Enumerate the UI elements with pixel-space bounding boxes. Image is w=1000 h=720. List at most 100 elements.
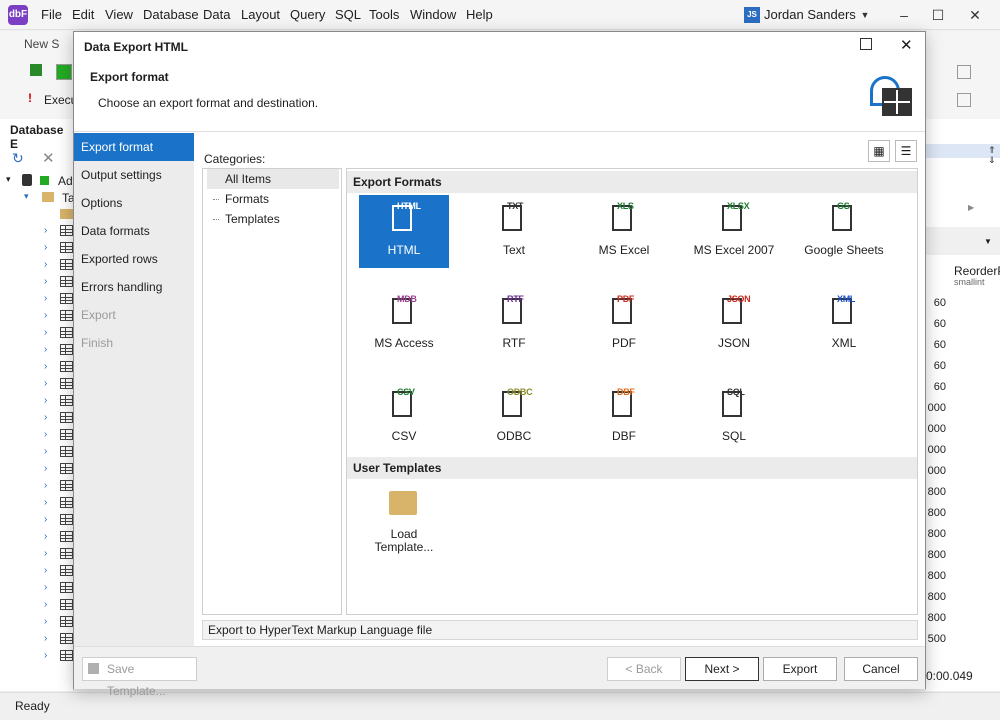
- menu-help[interactable]: Help: [466, 7, 493, 22]
- expand-icon[interactable]: ›: [44, 634, 52, 644]
- grid-cell[interactable]: 800: [926, 612, 946, 624]
- table-icon[interactable]: [60, 633, 73, 644]
- table-icon[interactable]: [60, 548, 73, 559]
- table-icon[interactable]: [60, 582, 73, 593]
- table-icon[interactable]: [60, 395, 73, 406]
- dialog-close-icon[interactable]: ✕: [900, 36, 913, 54]
- expand-icon[interactable]: ›: [44, 243, 52, 253]
- expand-icon[interactable]: ›: [44, 379, 52, 389]
- expand-icon[interactable]: ›: [44, 413, 52, 423]
- export-button[interactable]: Export: [763, 657, 837, 681]
- grid-cell[interactable]: 800: [926, 570, 946, 582]
- list-view-button[interactable]: ☰: [895, 140, 917, 162]
- expand-icon[interactable]: ›: [44, 651, 52, 661]
- menu-database[interactable]: Database: [143, 7, 199, 22]
- format-tile-ms-excel-2007[interactable]: XLSX MS Excel 2007: [689, 195, 779, 268]
- format-tile-pdf[interactable]: PDF PDF: [579, 288, 669, 361]
- user-avatar[interactable]: JS: [744, 7, 760, 23]
- table-icon[interactable]: [60, 310, 73, 321]
- grid-cell[interactable]: 000: [926, 423, 946, 435]
- table-icon[interactable]: [60, 276, 73, 287]
- table-icon[interactable]: [60, 463, 73, 474]
- table-icon[interactable]: [60, 446, 73, 457]
- expand-icon[interactable]: ›: [44, 328, 52, 338]
- expand-icon[interactable]: ›: [44, 481, 52, 491]
- table-icon[interactable]: [60, 514, 73, 525]
- table-icon[interactable]: [60, 616, 73, 627]
- format-tile-xml[interactable]: XML XML: [799, 288, 889, 361]
- format-tile-odbc[interactable]: ODBC ODBC: [469, 381, 559, 454]
- grid-cell[interactable]: 800: [926, 549, 946, 561]
- dialog-maximize-icon[interactable]: [860, 38, 872, 50]
- expand-icon[interactable]: ›: [44, 464, 52, 474]
- format-tile-ms-excel[interactable]: XLS MS Excel: [579, 195, 669, 268]
- expand-icon[interactable]: ›: [44, 260, 52, 270]
- table-icon[interactable]: [60, 242, 73, 253]
- nav-item-export-format[interactable]: Export format: [74, 133, 194, 161]
- refresh-icon[interactable]: ↻: [12, 150, 24, 167]
- table-icon[interactable]: [60, 429, 73, 440]
- table-icon[interactable]: [60, 599, 73, 610]
- format-tile-html[interactable]: HTML HTML: [359, 195, 449, 268]
- grid-cell[interactable]: 000: [926, 465, 946, 477]
- cancel-button[interactable]: Cancel: [844, 657, 918, 681]
- grid-cell[interactable]: 800: [926, 591, 946, 603]
- menu-data[interactable]: Data: [203, 7, 230, 22]
- grid-cell[interactable]: 000: [926, 444, 946, 456]
- expand-icon[interactable]: ›: [44, 566, 52, 576]
- category-templates[interactable]: Templates: [207, 209, 339, 229]
- grid-cell[interactable]: 000: [926, 402, 946, 414]
- expand-icon[interactable]: ›: [44, 277, 52, 287]
- table-icon[interactable]: [60, 412, 73, 423]
- scroll-right-icon[interactable]: ▶: [968, 203, 974, 212]
- user-dropdown-icon[interactable]: ▼: [855, 5, 875, 25]
- table-icon[interactable]: [60, 327, 73, 338]
- grid-dropdown-icon[interactable]: ▼: [984, 237, 992, 246]
- expand-icon[interactable]: ›: [44, 226, 52, 236]
- expand-icon[interactable]: ›: [44, 617, 52, 627]
- grid-cell[interactable]: 800: [926, 486, 946, 498]
- expand-icon[interactable]: ›: [44, 549, 52, 559]
- expand-icon[interactable]: ›: [44, 532, 52, 542]
- table-icon[interactable]: [60, 293, 73, 304]
- menu-query[interactable]: Query: [290, 7, 325, 22]
- table-icon[interactable]: [60, 344, 73, 355]
- category-formats[interactable]: Formats: [207, 189, 339, 209]
- connect-icon[interactable]: [30, 64, 42, 76]
- load-template-tile[interactable]: Load Template...: [359, 485, 449, 555]
- grid-cell[interactable]: 60: [926, 318, 946, 330]
- menu-layout[interactable]: Layout: [241, 7, 280, 22]
- format-tile-rtf[interactable]: RTF RTF: [469, 288, 559, 361]
- connection-color-icon[interactable]: [56, 64, 72, 80]
- table-icon[interactable]: [60, 378, 73, 389]
- grid-cell[interactable]: 60: [926, 297, 946, 309]
- table-icon[interactable]: [60, 225, 73, 236]
- back-button[interactable]: < Back: [607, 657, 681, 681]
- settings-icon[interactable]: [957, 93, 971, 107]
- collapse-icon[interactable]: ▾: [6, 174, 11, 185]
- nav-item-exported-rows[interactable]: Exported rows: [74, 245, 194, 273]
- format-tile-sql[interactable]: SQL SQL: [689, 381, 779, 454]
- expand-icon[interactable]: ›: [44, 311, 52, 321]
- format-tile-csv[interactable]: CSV CSV: [359, 381, 449, 454]
- table-icon[interactable]: [60, 480, 73, 491]
- minimize-icon[interactable]: –: [894, 5, 914, 25]
- nav-item-output-settings[interactable]: Output settings: [74, 161, 194, 189]
- nav-item-options[interactable]: Options: [74, 189, 194, 217]
- table-icon[interactable]: [60, 497, 73, 508]
- grid-cell[interactable]: 800: [926, 507, 946, 519]
- table-icon[interactable]: [60, 259, 73, 270]
- close-app-icon[interactable]: ✕: [965, 5, 985, 25]
- expand-icon[interactable]: ›: [44, 396, 52, 406]
- grid-cell[interactable]: 60: [926, 381, 946, 393]
- format-tile-dbf[interactable]: DBF DBF: [579, 381, 669, 454]
- format-tile-google-sheets[interactable]: GS Google Sheets: [799, 195, 889, 268]
- menu-edit[interactable]: Edit: [72, 7, 94, 22]
- menu-file[interactable]: File: [41, 7, 62, 22]
- maximize-icon[interactable]: ☐: [928, 5, 948, 25]
- category-all-items[interactable]: All Items: [207, 169, 339, 189]
- menu-sql[interactable]: SQL: [335, 7, 361, 22]
- expand-icon[interactable]: ›: [44, 498, 52, 508]
- grid-column-header[interactable]: ReorderP: [954, 264, 1000, 278]
- expand-icon[interactable]: ›: [44, 362, 52, 372]
